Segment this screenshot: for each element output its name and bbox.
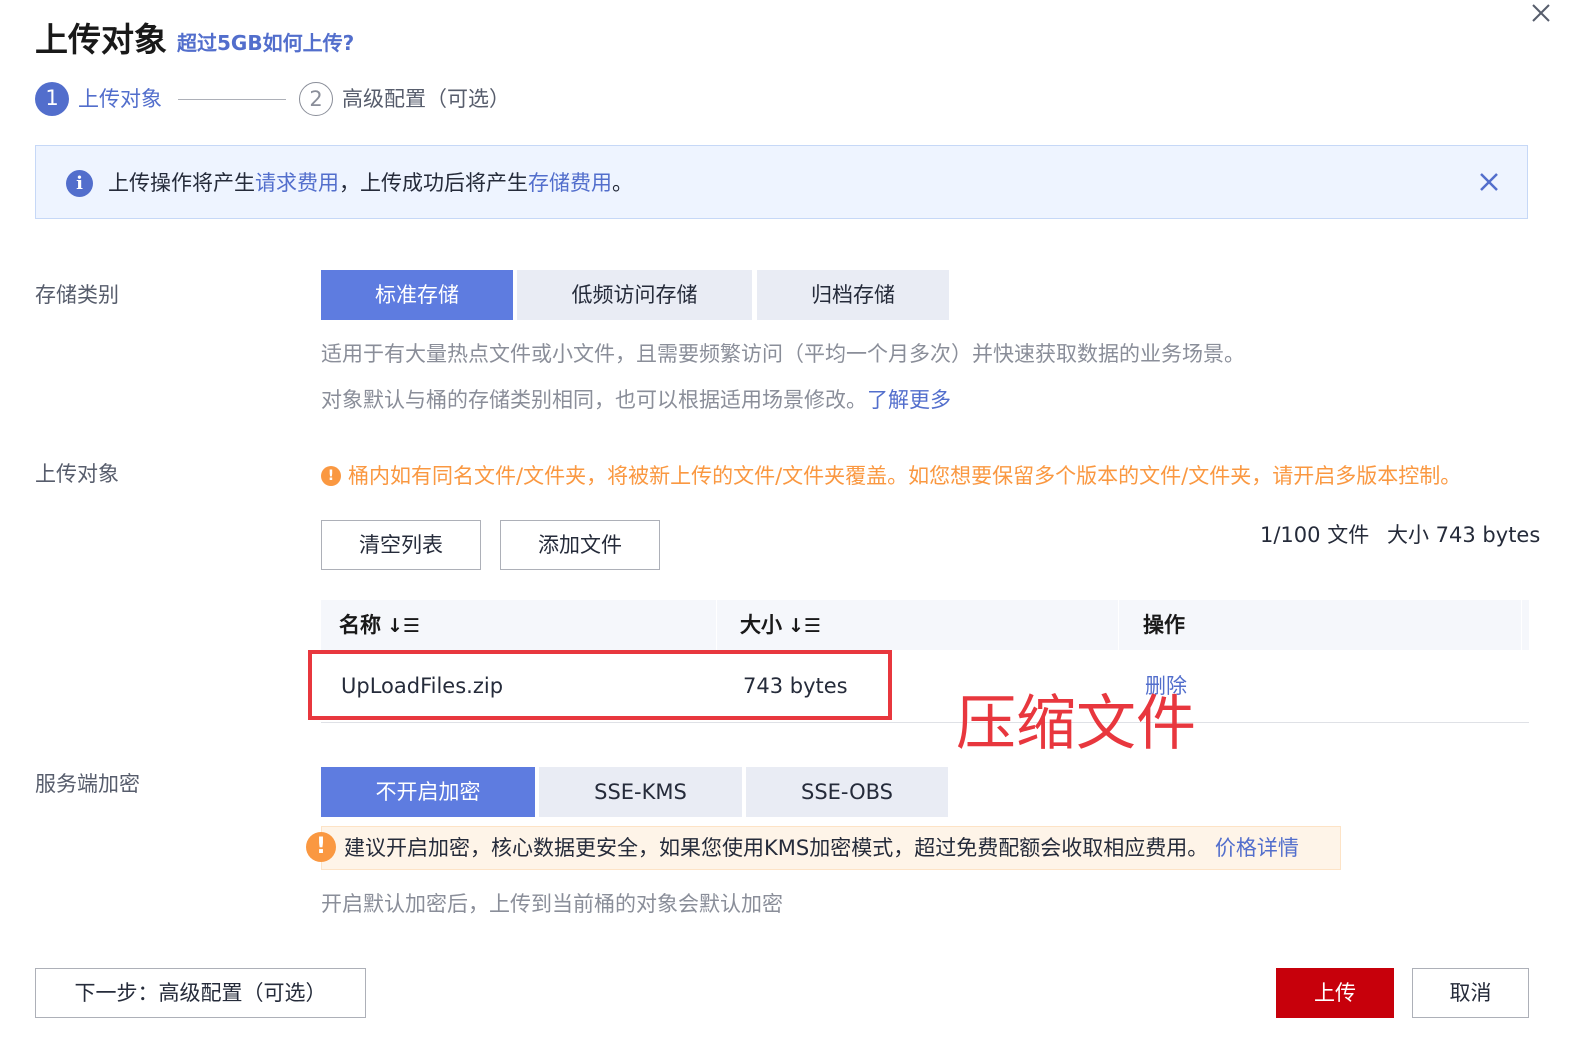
storage-fee-link[interactable]: 存储费用 <box>528 171 612 195</box>
encryption-hint: 开启默认加密后，上传到当前桶的对象会默认加密 <box>321 892 783 916</box>
info-icon: i <box>66 170 93 197</box>
fee-info-text: 上传操作将产生请求费用，上传成功后将产生存储费用。 <box>108 167 633 199</box>
upload-objects-label: 上传对象 <box>35 462 119 486</box>
step-2-label: 高级配置（可选） <box>342 87 510 111</box>
encryption-label: 服务端加密 <box>35 772 140 796</box>
close-icon <box>1480 173 1498 191</box>
large-upload-help-link[interactable]: 超过5GB如何上传? <box>177 28 354 58</box>
banner-text-middle: ，上传成功后将产生 <box>339 171 528 195</box>
file-count: 1/100 文件 <box>1260 523 1370 547</box>
step-2-number: 2 <box>299 82 333 116</box>
clear-list-button[interactable]: 清空列表 <box>321 520 481 570</box>
storage-infrequent-option[interactable]: 低频访问存储 <box>517 270 752 320</box>
price-details-link[interactable]: 价格详情 <box>1215 836 1299 860</box>
close-dialog-button[interactable] <box>1526 0 1556 30</box>
learn-more-link[interactable]: 了解更多 <box>867 388 951 412</box>
sort-icon[interactable]: ↓☰ <box>387 615 420 637</box>
column-size-label: 大小 <box>740 613 782 637</box>
column-name-label: 名称 <box>339 613 381 637</box>
encryption-none-option[interactable]: 不开启加密 <box>321 767 535 817</box>
add-file-button[interactable]: 添加文件 <box>500 520 660 570</box>
annotation-text: 压缩文件 <box>956 689 1196 759</box>
upload-button[interactable]: 上传 <box>1276 968 1394 1018</box>
sort-icon[interactable]: ↓☰ <box>788 615 821 637</box>
banner-text-after: 。 <box>612 171 633 195</box>
storage-class-label: 存储类别 <box>35 283 119 307</box>
overwrite-warning: 桶内如有同名文件/文件夹，将被新上传的文件/文件夹覆盖。如您想要保留多个版本的文… <box>348 464 1462 488</box>
total-size: 大小 743 bytes <box>1387 523 1541 547</box>
banner-text-before: 上传操作将产生 <box>108 171 255 195</box>
step-1-number: 1 <box>35 82 69 116</box>
column-header-name[interactable]: 名称 ↓☰ <box>339 600 420 651</box>
highlight-box <box>308 650 892 720</box>
column-divider <box>716 600 717 650</box>
default-hint-text: 对象默认与桶的存储类别相同，也可以根据适用场景修改。 <box>321 388 867 412</box>
storage-class-default-hint: 对象默认与桶的存储类别相同，也可以根据适用场景修改。了解更多 <box>321 385 951 415</box>
encryption-warning-message: 建议开启加密，核心数据更安全，如果您使用KMS加密模式，超过免费配额会收取相应费… <box>344 836 1209 860</box>
storage-class-hint: 适用于有大量热点文件或小文件，且需要频繁访问（平均一个月多次）并快速获取数据的业… <box>321 342 1245 366</box>
storage-archive-option[interactable]: 归档存储 <box>757 270 949 320</box>
encryption-sse-kms-option[interactable]: SSE-KMS <box>539 767 742 817</box>
warning-icon: ! <box>321 466 341 486</box>
banner-close-button[interactable] <box>1477 170 1501 194</box>
cancel-button[interactable]: 取消 <box>1412 968 1529 1018</box>
close-icon <box>1532 4 1550 22</box>
request-fee-link[interactable]: 请求费用 <box>255 171 339 195</box>
encryption-sse-obs-option[interactable]: SSE-OBS <box>746 767 948 817</box>
storage-standard-option[interactable]: 标准存储 <box>321 270 513 320</box>
table-row-divider <box>321 722 1529 723</box>
column-divider <box>1521 600 1522 650</box>
warning-icon: ! <box>306 832 336 862</box>
dialog-title: 上传对象 <box>35 20 167 59</box>
next-step-button[interactable]: 下一步：高级配置（可选） <box>35 968 366 1018</box>
file-table-header <box>321 600 1529 650</box>
encryption-warning-text: 建议开启加密，核心数据更安全，如果您使用KMS加密模式，超过免费配额会收取相应费… <box>344 833 1299 863</box>
column-header-action: 操作 <box>1143 613 1185 637</box>
column-divider <box>1118 600 1119 650</box>
column-header-size[interactable]: 大小 ↓☰ <box>740 600 821 651</box>
step-connector <box>178 99 286 100</box>
step-1-label: 上传对象 <box>78 87 162 111</box>
